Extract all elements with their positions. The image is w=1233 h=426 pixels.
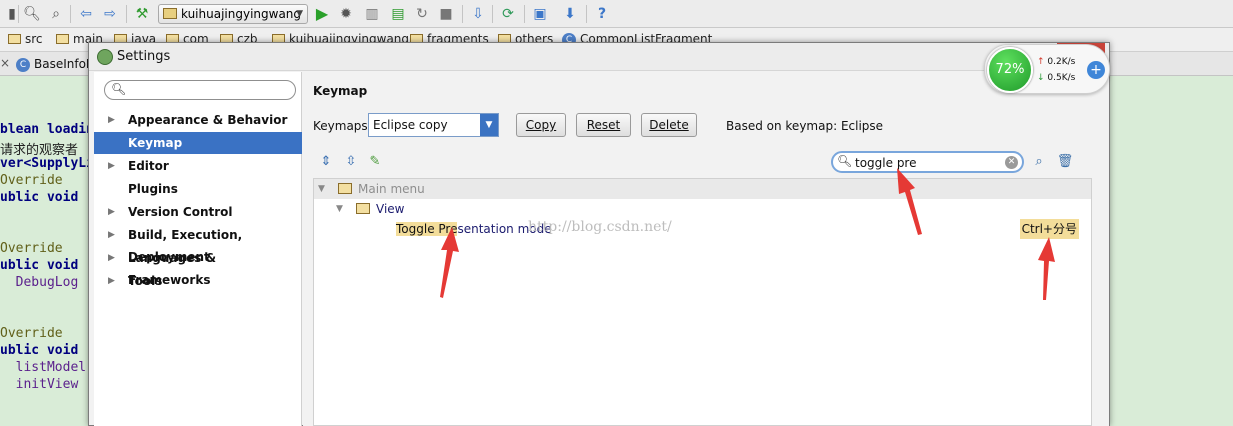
annotation-arrow-shortcut bbox=[1038, 237, 1055, 300]
annotation-arrow-filter bbox=[897, 168, 922, 235]
annotation-arrow-action bbox=[440, 227, 459, 298]
annotation-arrow-action bbox=[440, 227, 459, 298]
annotation-arrow-shortcut bbox=[1038, 237, 1055, 300]
annotation-arrows bbox=[440, 168, 1055, 300]
annotation-arrow-filter bbox=[897, 168, 922, 235]
